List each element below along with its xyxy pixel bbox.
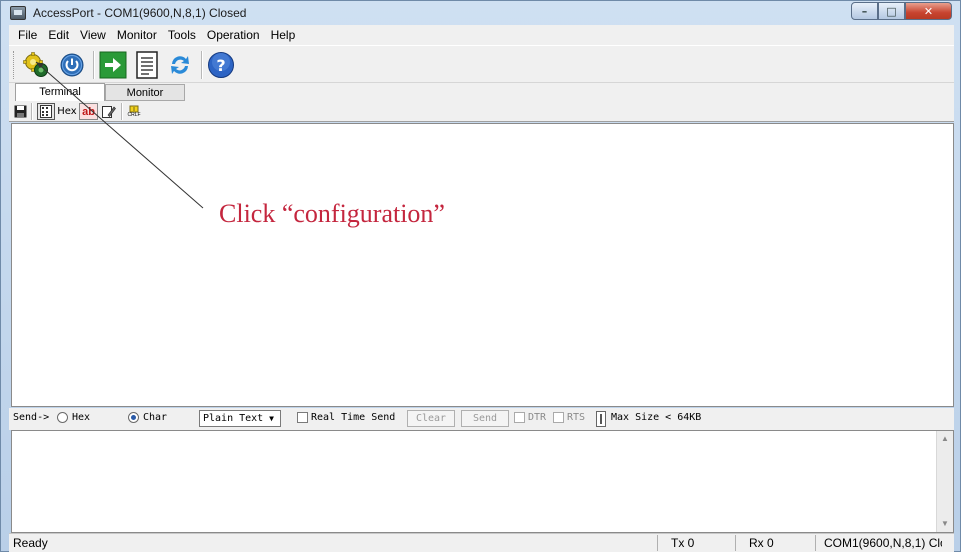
ab-toggle[interactable]: ab	[79, 103, 98, 120]
clear-button[interactable]: Clear	[407, 410, 455, 427]
menu-view[interactable]: View	[75, 28, 112, 42]
close-icon: ✕	[923, 4, 934, 18]
hex-label: Hex	[57, 106, 77, 117]
maximize-icon: □	[886, 4, 897, 18]
caption-buttons: – □ ✕	[851, 2, 952, 20]
menu-file[interactable]: File	[13, 28, 43, 42]
send-button[interactable]: Send	[461, 410, 509, 427]
edit-button[interactable]	[101, 103, 117, 120]
status-rx: Rx 0	[749, 536, 774, 550]
power-button[interactable]	[57, 50, 87, 80]
toolbar-separator	[201, 51, 203, 79]
vertical-scrollbar[interactable]: ▲ ▼	[936, 431, 953, 532]
rts-check[interactable]	[553, 412, 564, 423]
char-radio-label: Char	[143, 412, 168, 423]
status-divider	[735, 535, 736, 551]
refresh-icon	[171, 56, 189, 74]
green-arrow-icon	[99, 51, 127, 79]
status-ready: Ready	[13, 536, 48, 550]
menu-operation[interactable]: Operation	[202, 28, 266, 42]
tab-strip: Terminal Monitor	[9, 83, 954, 101]
document-icon	[136, 51, 158, 79]
char-radio-button[interactable]	[128, 412, 139, 423]
send-bar: Send-> Hex Char Plain Text ▼ Real Time S…	[9, 408, 954, 430]
toolbar-grip[interactable]	[13, 51, 16, 79]
hex-radio-button[interactable]	[57, 412, 68, 423]
dtr-check[interactable]	[514, 412, 525, 423]
status-bar: Ready Tx 0 Rx 0 COM1(9600,N,8,1) Clo	[9, 533, 954, 552]
send-mode-select[interactable]: Plain Text ▼	[199, 410, 281, 427]
rts-label: RTS	[567, 412, 586, 423]
maximize-button[interactable]: □	[878, 2, 905, 20]
status-tx: Tx 0	[671, 536, 695, 550]
char-radio[interactable]: Char	[128, 412, 167, 423]
crlf-label: CRLF	[127, 112, 141, 118]
menu-help[interactable]: Help	[266, 28, 302, 42]
window-title: AccessPort - COM1(9600,N,8,1) Closed	[33, 6, 247, 20]
realtime-send-label: Real Time Send	[311, 412, 396, 423]
terminal-output-area[interactable]	[11, 123, 954, 407]
minimize-button[interactable]: –	[851, 2, 878, 20]
power-icon	[60, 53, 84, 77]
send-mode-value: Plain Text	[203, 413, 264, 424]
max-size-label: Max Size < 64KB	[611, 412, 702, 423]
ab-label: ab	[82, 105, 95, 118]
menu-edit[interactable]: Edit	[43, 28, 75, 42]
toolbar-separator	[93, 51, 95, 79]
help-button[interactable]: ?	[206, 50, 236, 80]
status-port: COM1(9600,N,8,1) Clo	[824, 536, 942, 550]
dtr-label: DTR	[528, 412, 547, 423]
title-bar: AccessPort - COM1(9600,N,8,1) Closed – □…	[1, 1, 960, 25]
close-button[interactable]: ✕	[905, 2, 952, 20]
send-input-area[interactable]: ▲ ▼	[11, 430, 954, 533]
terminal-toolbar: Hex ab CRLF	[9, 101, 954, 122]
status-divider	[815, 535, 816, 551]
edit-document-icon	[102, 105, 116, 118]
rts-checkbox[interactable]: RTS	[553, 412, 585, 423]
status-divider	[657, 535, 658, 551]
realtime-send-check[interactable]	[297, 412, 308, 423]
hex-grid-icon	[40, 105, 52, 118]
minimize-icon: –	[861, 4, 868, 18]
menu-bar: File Edit View Monitor Tools Operation H…	[9, 25, 954, 45]
scroll-down-icon[interactable]: ▼	[937, 516, 953, 532]
hex-radio-label: Hex	[72, 412, 91, 423]
hex-radio[interactable]: Hex	[57, 412, 90, 423]
menu-tools[interactable]: Tools	[163, 28, 202, 42]
toolbar-separator	[31, 103, 33, 120]
realtime-send-checkbox[interactable]: Real Time Send	[297, 412, 395, 423]
send-label: Send->	[13, 412, 50, 423]
document-button[interactable]	[132, 50, 162, 80]
tab-monitor[interactable]: Monitor	[105, 84, 185, 101]
menu-monitor[interactable]: Monitor	[112, 28, 163, 42]
floppy-icon	[14, 105, 26, 118]
send-file-button[interactable]	[98, 50, 128, 80]
app-icon	[10, 6, 26, 20]
dtr-checkbox[interactable]: DTR	[514, 412, 546, 423]
save-button[interactable]	[13, 103, 27, 120]
main-toolbar: ?	[9, 45, 954, 83]
configuration-button[interactable]	[21, 50, 51, 80]
refresh-button[interactable]	[165, 50, 195, 80]
hex-view-toggle[interactable]	[37, 103, 55, 120]
svg-text:?: ?	[216, 56, 225, 75]
help-icon: ?	[208, 52, 234, 78]
toolbar-separator	[121, 103, 123, 120]
tab-terminal[interactable]: Terminal	[15, 83, 105, 101]
scroll-up-icon[interactable]: ▲	[937, 431, 953, 447]
instruction-annotation: Click “configuration”	[219, 199, 445, 228]
crlf-button[interactable]: CRLF	[126, 103, 142, 120]
chevron-down-icon: ▼	[269, 414, 274, 423]
separator-handle[interactable]	[596, 411, 606, 427]
configuration-icon	[23, 52, 48, 77]
app-window: AccessPort - COM1(9600,N,8,1) Closed – □…	[0, 0, 961, 552]
